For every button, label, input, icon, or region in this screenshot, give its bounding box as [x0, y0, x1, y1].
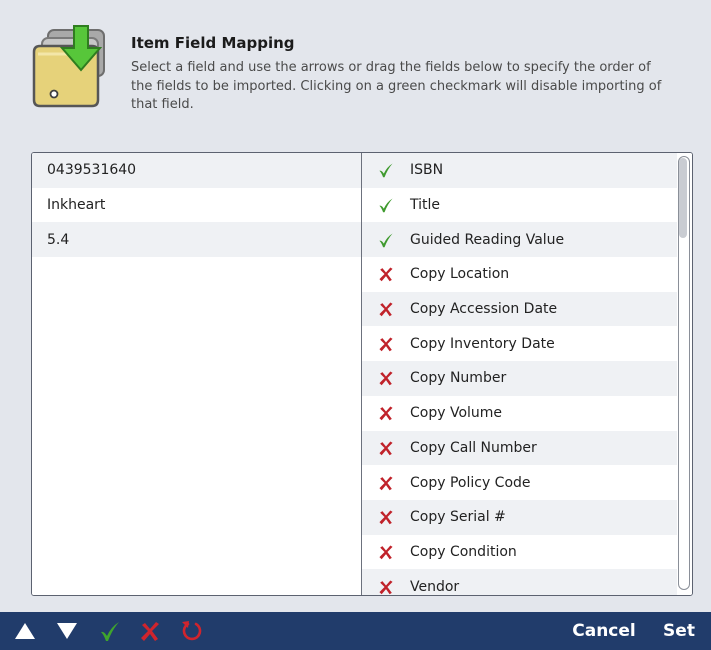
- dialog-description: Select a field and use the arrows or dra…: [131, 60, 662, 112]
- field-row[interactable]: Vendor: [362, 569, 677, 595]
- field-label: Title: [410, 197, 441, 214]
- x-icon[interactable]: [362, 266, 410, 282]
- reset-button[interactable]: [178, 612, 206, 650]
- field-row[interactable]: Title: [362, 188, 677, 223]
- field-row[interactable]: Copy Inventory Date: [362, 326, 677, 361]
- field-row[interactable]: Copy Condition: [362, 535, 677, 570]
- field-label: Copy Policy Code: [410, 474, 531, 491]
- move-up-button[interactable]: [12, 612, 38, 650]
- checkmark-icon[interactable]: [362, 232, 410, 248]
- field-row[interactable]: Guided Reading Value: [362, 222, 677, 258]
- field-label: Copy Location: [410, 266, 510, 283]
- field-label: Copy Volume: [410, 405, 503, 422]
- x-icon[interactable]: [362, 301, 410, 317]
- arrow-down-icon: [57, 623, 77, 639]
- x-icon[interactable]: [362, 405, 410, 421]
- x-icon[interactable]: [362, 579, 410, 595]
- source-value-row[interactable]: Inkheart: [32, 188, 361, 223]
- disable-field-button[interactable]: [136, 612, 164, 650]
- x-icon[interactable]: [362, 440, 410, 456]
- toolbar: Cancel Set: [0, 612, 711, 650]
- move-down-button[interactable]: [54, 612, 80, 650]
- field-row[interactable]: Copy Location: [362, 257, 677, 292]
- source-value-text: 0439531640: [47, 162, 137, 179]
- x-icon[interactable]: [362, 475, 410, 491]
- source-value-row[interactable]: 0439531640: [32, 153, 361, 188]
- scrollbar[interactable]: [677, 153, 692, 595]
- field-row[interactable]: Copy Serial #: [362, 499, 677, 535]
- source-value-row[interactable]: 5.4: [32, 222, 361, 258]
- x-icon: [141, 622, 159, 641]
- cancel-button[interactable]: Cancel: [560, 612, 648, 650]
- set-label: Set: [663, 621, 695, 641]
- field-row[interactable]: Copy Policy Code: [362, 465, 677, 500]
- x-icon[interactable]: [362, 370, 410, 386]
- source-value-text: Inkheart: [47, 197, 106, 214]
- arrow-up-icon: [15, 623, 35, 639]
- field-label: Copy Serial #: [410, 509, 506, 526]
- checkmark-icon[interactable]: [362, 197, 410, 213]
- field-mapping-panel: 0439531640 Inkheart 5.4 ISBN Title Guided Re…: [31, 152, 693, 596]
- set-button[interactable]: Set: [654, 612, 704, 650]
- x-icon[interactable]: [362, 544, 410, 560]
- field-label: Vendor: [410, 578, 460, 595]
- field-list[interactable]: ISBN Title Guided Reading Value Copy Locati…: [362, 153, 677, 595]
- checkmark-icon: [101, 622, 119, 641]
- field-label: Guided Reading Value: [410, 231, 565, 248]
- scrollbar-thumb[interactable]: [679, 158, 687, 238]
- field-row[interactable]: ISBN: [362, 153, 677, 188]
- enable-field-button[interactable]: [96, 612, 124, 650]
- field-label: ISBN: [410, 162, 444, 179]
- item-field-mapping-dialog: Item Field Mapping Select a field and us…: [0, 0, 711, 650]
- field-row[interactable]: Copy Number: [362, 361, 677, 396]
- cancel-label: Cancel: [572, 621, 636, 641]
- field-label: Copy Accession Date: [410, 301, 558, 318]
- field-label: Copy Condition: [410, 543, 517, 560]
- x-icon[interactable]: [362, 509, 410, 525]
- import-folder-icon: [32, 25, 105, 108]
- source-values-list: 0439531640 Inkheart 5.4: [32, 153, 361, 595]
- field-label: Copy Number: [410, 370, 507, 387]
- field-row[interactable]: Copy Accession Date: [362, 291, 677, 327]
- field-row[interactable]: Copy Volume: [362, 396, 677, 431]
- field-row[interactable]: Copy Call Number: [362, 430, 677, 466]
- reset-icon: [182, 621, 202, 641]
- field-label: Copy Inventory Date: [410, 335, 555, 352]
- dialog-title: Item Field Mapping: [131, 34, 295, 52]
- checkmark-icon[interactable]: [362, 162, 410, 178]
- x-icon[interactable]: [362, 336, 410, 352]
- field-label: Copy Call Number: [410, 439, 537, 456]
- source-value-text: 5.4: [47, 231, 70, 248]
